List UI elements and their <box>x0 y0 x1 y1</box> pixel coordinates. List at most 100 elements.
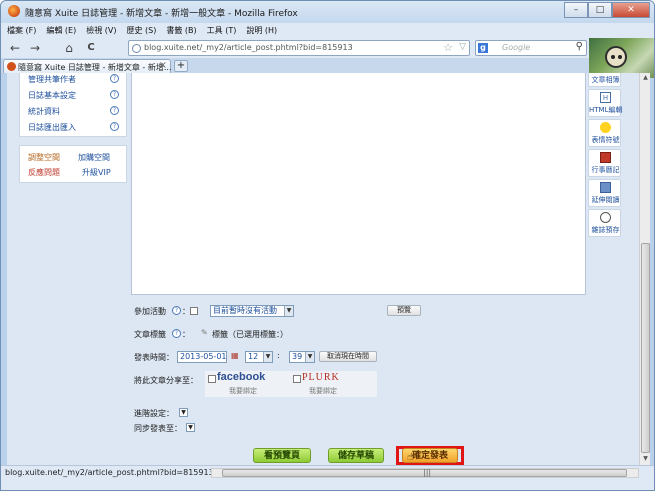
help-icon[interactable]: ? <box>110 106 119 115</box>
time-separator: : <box>277 351 280 360</box>
editor-tools-bar: 文章相簿 H HTML編輯 表情符號 行事曆記 延伸閱讀 雜誌預存 <box>587 73 623 237</box>
menu-file[interactable]: 檔案 (F) <box>7 23 36 38</box>
adjust-space-link[interactable]: 調整空間 <box>28 152 60 163</box>
menu-bookmarks[interactable]: 書籤 (B) <box>166 23 196 38</box>
upgrade-vip-link[interactable]: 升級VIP <box>82 167 111 178</box>
article-editor[interactable] <box>131 73 586 295</box>
close-button[interactable]: ✕ <box>612 2 650 18</box>
advanced-settings-label: 進階設定： <box>134 409 174 418</box>
url-text[interactable]: blog.xuite.net/_my2/article_post.phtml?b… <box>144 43 353 52</box>
action-buttons: 看預覽頁 儲存草稿 確定發表 ☝ <box>7 446 639 465</box>
menu-view[interactable]: 檢視 (V) <box>86 23 116 38</box>
window-title: 隨意窩 Xuite 日誌管理 - 新增文章 - 新增一般文章 - Mozilla… <box>25 9 298 19</box>
activity-select-value: 目前暫時沒有活動 <box>213 306 277 315</box>
back-arrow-icon[interactable]: ← <box>7 40 23 56</box>
title-bar: 隨意窩 Xuite 日誌管理 - 新增文章 - 新增一般文章 - Mozilla… <box>1 1 654 23</box>
save-icon <box>600 212 611 223</box>
facebook-checkbox[interactable] <box>208 375 216 383</box>
horizontal-scrollbar[interactable]: ||| <box>211 468 639 478</box>
scroll-down-icon[interactable]: ▼ <box>641 455 650 462</box>
preview-small-button[interactable]: 預覽 <box>387 305 421 316</box>
feedback-link[interactable]: 反應問題 <box>28 167 60 178</box>
help-icon[interactable]: ? <box>110 90 119 99</box>
minute-value: 39 <box>292 352 303 361</box>
menu-history[interactable]: 歷史 (S) <box>127 23 157 38</box>
menu-help[interactable]: 說明 (H) <box>246 23 277 38</box>
help-icon[interactable]: ? <box>172 306 181 315</box>
activity-label: 參加活動 <box>134 307 166 316</box>
tags-value[interactable]: 標籤（已選用標籤：） <box>212 329 288 340</box>
sidebar-item-coauthors[interactable]: 管理共筆作者 <box>28 74 76 85</box>
calendar-button[interactable]: 行事曆記 <box>588 149 621 177</box>
sync-publish-toggle[interactable]: ▼ <box>186 423 195 432</box>
hour-select[interactable]: 12 ▼ <box>245 351 273 363</box>
tags-label: 文章標籤 <box>134 330 166 339</box>
horizontal-scroll-thumb[interactable]: ||| <box>222 468 627 477</box>
status-bar: blog.xuite.net/_my2/article_post.phtml?b… <box>1 465 654 490</box>
sidebar-item-export-import[interactable]: 日誌匯出匯入 <box>28 122 76 133</box>
colon: ： <box>182 330 190 339</box>
search-input[interactable]: Google <box>502 43 530 52</box>
plurk-logo: PLURK <box>302 372 340 383</box>
article-options-form: 參加活動 ? ： 目前暫時沒有活動 ▼ 預覽 文章標籤 ? ： ✎ 標籤（已選用… <box>131 295 586 445</box>
navigation-bar: ← → ⌂ C blog.xuite.net/_my2/article_post… <box>1 38 654 58</box>
tab-close-icon[interactable]: × <box>159 60 167 71</box>
menu-edit[interactable]: 編輯 (E) <box>46 23 76 38</box>
html-edit-label: HTML編輯 <box>589 106 623 114</box>
tab-bar: 隨意窩 Xuite 日誌管理 - 新增文章 - 新增... × + <box>1 58 589 73</box>
search-bar[interactable]: g Google ⚲ <box>475 40 587 56</box>
reload-icon[interactable]: C <box>83 40 99 56</box>
menu-bar: 檔案 (F) 編輯 (E) 檢視 (V) 歷史 (S) 書籤 (B) 工具 (T… <box>1 23 654 38</box>
vertical-scroll-thumb[interactable] <box>641 243 650 453</box>
hour-value: 12 <box>248 352 259 361</box>
bookmark-star-icon[interactable]: ☆ <box>443 41 453 54</box>
publish-date-input[interactable]: 2013-05-01 <box>177 351 227 363</box>
calendar-label: 行事曆記 <box>591 166 620 174</box>
help-icon[interactable]: ? <box>172 329 181 338</box>
album-button[interactable]: 文章相簿 <box>588 73 621 87</box>
calendar-icon[interactable]: ▦ <box>231 351 239 360</box>
url-dropdown-icon[interactable]: ▽ <box>459 42 466 52</box>
firefox-icon <box>8 5 20 17</box>
facebook-bind-link[interactable]: 我要綁定 <box>229 386 257 396</box>
sidebar-item-basic-settings[interactable]: 日誌基本設定 <box>28 90 76 101</box>
maximize-button[interactable]: □ <box>588 2 612 18</box>
url-bar[interactable]: blog.xuite.net/_my2/article_post.phtml?b… <box>128 40 470 56</box>
minute-select[interactable]: 39 ▼ <box>289 351 315 363</box>
cancel-current-time-button[interactable]: 取消現在時間 <box>319 351 377 362</box>
link-icon <box>600 182 611 193</box>
chevron-down-icon: ▼ <box>305 352 314 362</box>
vertical-scrollbar[interactable]: ▲ ▼ <box>639 73 650 465</box>
tab-xuite-blog[interactable]: 隨意窩 Xuite 日誌管理 - 新增文章 - 新增... × <box>3 59 172 73</box>
home-icon[interactable]: ⌂ <box>61 40 77 56</box>
tab-favicon-icon <box>7 62 16 71</box>
google-icon[interactable]: g <box>478 43 488 53</box>
extended-reading-button[interactable]: 延伸閱讀 <box>588 179 621 207</box>
hand-cursor-icon: ☝ <box>407 452 414 463</box>
activity-select[interactable]: 目前暫時沒有活動 ▼ <box>210 305 294 317</box>
save-draft-button[interactable]: 儲存草稿 <box>328 448 384 463</box>
search-icon[interactable]: ⚲ <box>576 41 583 52</box>
minimize-button[interactable]: – <box>564 2 588 18</box>
forward-arrow-icon[interactable]: → <box>27 40 43 56</box>
magazine-save-button[interactable]: 雜誌預存 <box>588 209 621 237</box>
sidebar-item-statistics[interactable]: 統計資料 <box>28 106 60 117</box>
help-icon[interactable]: ? <box>110 74 119 83</box>
plurk-bind-link[interactable]: 我要綁定 <box>309 386 337 396</box>
preview-page-button[interactable]: 看預覽頁 <box>253 448 311 463</box>
new-tab-button[interactable]: + <box>174 60 188 72</box>
scroll-up-icon[interactable]: ▲ <box>641 74 650 81</box>
publish-time-label: 發表時間： <box>134 353 174 362</box>
html-edit-button[interactable]: H HTML編輯 <box>588 89 623 117</box>
persona-eye <box>618 55 622 59</box>
emoticon-button[interactable]: 表情符號 <box>588 119 621 147</box>
buy-space-link[interactable]: 加購空間 <box>78 152 110 163</box>
calendar-icon <box>600 152 611 163</box>
space-upgrade-box: 調整空間 加購空間 反應問題 升級VIP <box>19 145 127 183</box>
menu-tools[interactable]: 工具 (T) <box>207 23 237 38</box>
persona-eye <box>611 55 615 59</box>
activity-checkbox[interactable] <box>190 307 198 315</box>
help-icon[interactable]: ? <box>110 122 119 131</box>
advanced-settings-toggle[interactable]: ▼ <box>179 408 188 417</box>
plurk-checkbox[interactable] <box>293 375 301 383</box>
